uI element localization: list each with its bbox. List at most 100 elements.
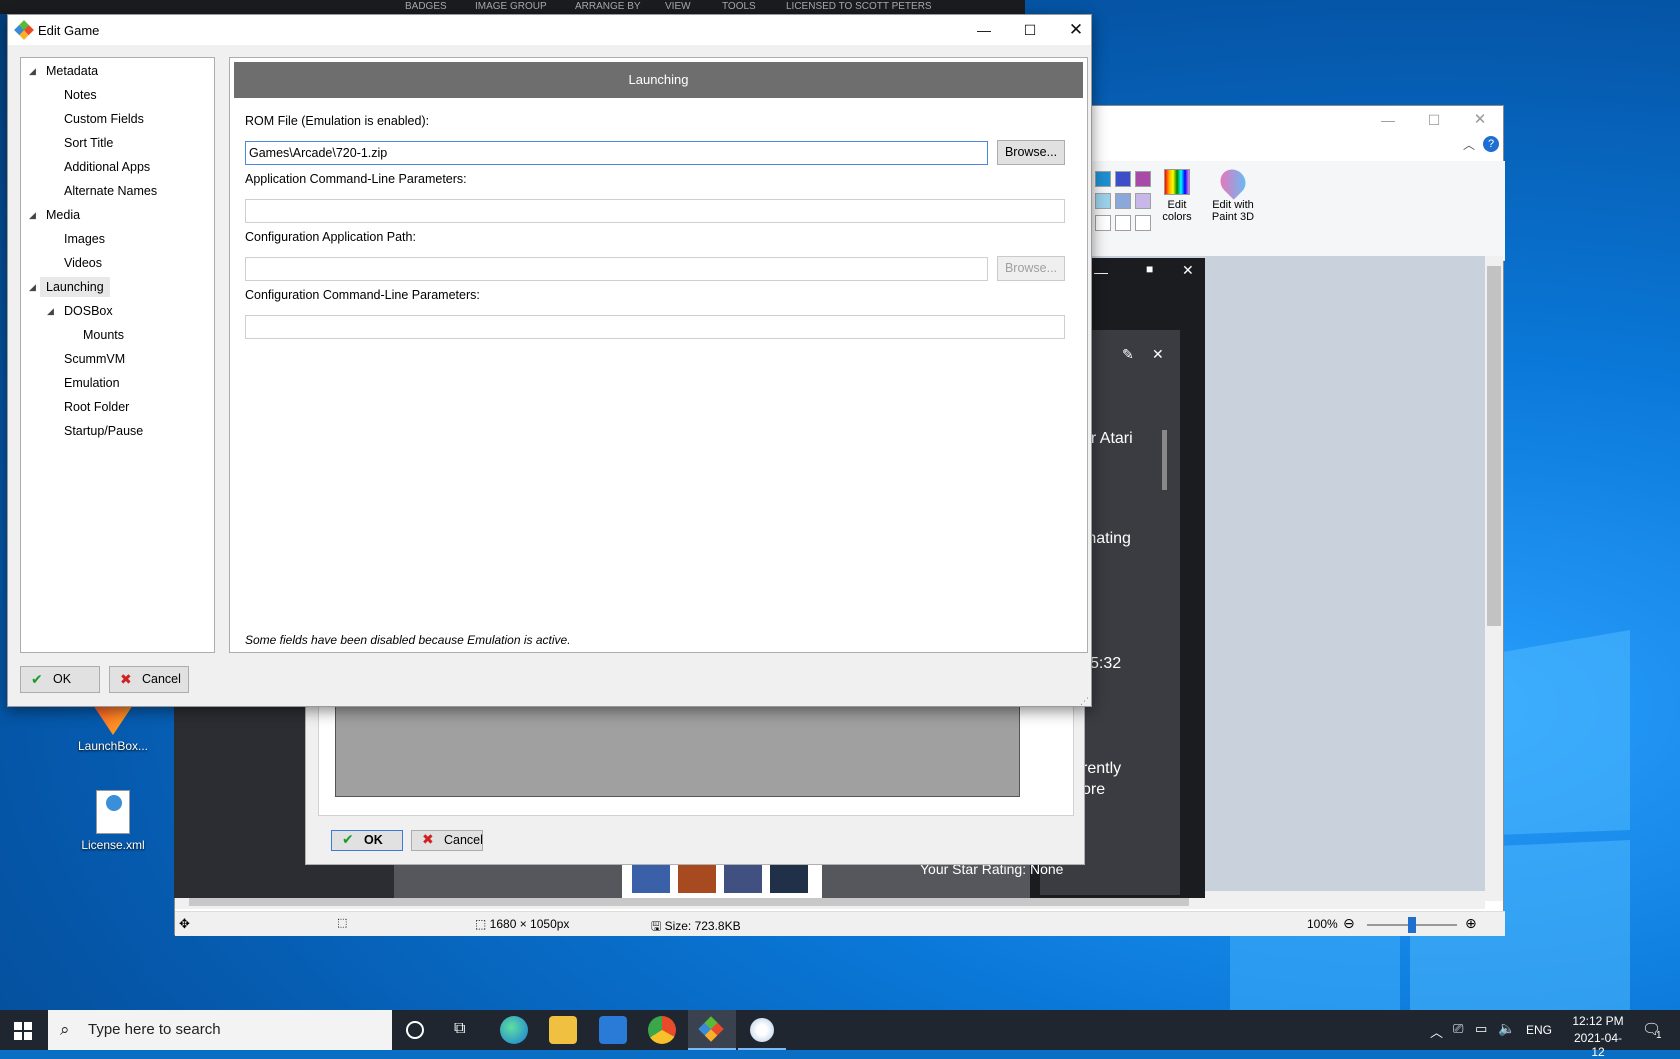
tree-item-mounts[interactable]: Mounts bbox=[77, 325, 130, 345]
desktop-icon-license[interactable]: License.xml bbox=[68, 790, 158, 852]
tray-chevron-icon[interactable]: ︿ bbox=[1430, 1022, 1443, 1041]
lb-minimize-button[interactable]: — bbox=[1094, 264, 1108, 280]
tree-item-metadata[interactable]: Metadata bbox=[40, 61, 104, 81]
tree-item-custom-fields[interactable]: Custom Fields bbox=[58, 109, 150, 129]
paint-statusbar: ✥ ⬚ ⬚ 1680 × 1050px 🖫 Size: 723.8KB 100%… bbox=[175, 911, 1505, 936]
edit-paint3d-button[interactable]: Edit with Paint 3D bbox=[1205, 164, 1261, 253]
dialog-minimize-button[interactable]: — bbox=[961, 15, 1007, 45]
paint-maximize-button[interactable]: ☐ bbox=[1411, 106, 1457, 134]
edit-pencil-icon[interactable]: ✎ bbox=[1122, 346, 1134, 363]
tree-item-sort-title[interactable]: Sort Title bbox=[58, 133, 119, 153]
expand-triangle-icon[interactable]: ◢ bbox=[29, 282, 36, 293]
tree-item-startup-pause[interactable]: Startup/Pause bbox=[58, 421, 149, 441]
resize-grip-icon[interactable]: ⋰ bbox=[1080, 696, 1089, 707]
paint-minimize-button[interactable]: — bbox=[1365, 106, 1411, 134]
taskbar-search-box[interactable]: ⌕ Type here to search bbox=[48, 1010, 392, 1050]
config-params-input[interactable] bbox=[245, 315, 1065, 339]
side-text-4: rently bbox=[1082, 760, 1122, 777]
lb-maximize-button[interactable]: ■ bbox=[1146, 262, 1153, 276]
cortana-icon[interactable] bbox=[406, 1021, 424, 1039]
rom-browse-button[interactable]: Browse... bbox=[997, 140, 1065, 165]
checkmark-icon: ✔ bbox=[342, 831, 354, 847]
meet-now-icon[interactable]: ⎚ bbox=[1453, 1021, 1463, 1037]
mail-icon[interactable] bbox=[599, 1016, 627, 1044]
expand-triangle-icon[interactable]: ◢ bbox=[29, 66, 36, 77]
tree-item-root-folder[interactable]: Root Folder bbox=[58, 397, 135, 417]
side-text-5: ore bbox=[1082, 781, 1106, 798]
tree-item-notes[interactable]: Notes bbox=[58, 85, 103, 105]
tree-item-scummvm[interactable]: ScummVM bbox=[58, 349, 131, 369]
tree-item-alternate-names[interactable]: Alternate Names bbox=[58, 181, 163, 201]
tree-item-emulation[interactable]: Emulation bbox=[58, 373, 126, 393]
dialog-titlebar: Edit Game — ☐ ✕ bbox=[8, 15, 1091, 45]
cancel-button[interactable]: ✖ Cancel bbox=[109, 666, 189, 693]
tree-item-media[interactable]: Media bbox=[40, 205, 86, 225]
dialog-close-button[interactable]: ✕ bbox=[1053, 15, 1099, 45]
launchbox-icon bbox=[93, 705, 133, 735]
details-close-icon[interactable]: ✕ bbox=[1152, 346, 1164, 363]
desktop-icon-label: License.xml bbox=[81, 838, 145, 852]
launchbox-app-icon bbox=[14, 20, 34, 40]
network-icon[interactable]: ▭ bbox=[1475, 1021, 1487, 1037]
background-ok-button[interactable]: ✔ OK bbox=[331, 830, 403, 851]
notification-count: 1 bbox=[1656, 1030, 1662, 1041]
file-size: 🖫 Size: 723.8KB bbox=[651, 919, 741, 933]
edge-icon[interactable] bbox=[500, 1016, 528, 1044]
config-path-input[interactable] bbox=[245, 257, 988, 281]
app-params-input[interactable] bbox=[245, 199, 1065, 223]
taskbar: ⌕ Type here to search ⧉ ︿ ⎚ ▭ 🔈 ENG 12:1… bbox=[0, 1010, 1680, 1059]
rom-file-input[interactable]: Games\Arcade\720-1.zip bbox=[245, 141, 988, 165]
task-view-icon[interactable]: ⧉ bbox=[454, 1020, 465, 1038]
clock[interactable]: 12:12 PM 2021-04-12 bbox=[1568, 1014, 1628, 1059]
ok-button[interactable]: ✔ OK bbox=[20, 666, 100, 693]
menu-image-group[interactable]: IMAGE GROUP bbox=[475, 1, 547, 12]
dimensions-icon: ⬚ bbox=[475, 917, 490, 931]
clock-time: 12:12 PM bbox=[1572, 1014, 1624, 1028]
zoom-slider-thumb[interactable] bbox=[1408, 917, 1416, 933]
app-params-label: Application Command-Line Parameters: bbox=[245, 172, 467, 186]
paint-taskbar-button[interactable] bbox=[738, 1010, 786, 1050]
dialog-maximize-button[interactable]: ☐ bbox=[1007, 15, 1053, 45]
menu-view[interactable]: VIEW bbox=[665, 1, 691, 12]
desktop-icon-launchbox[interactable]: LaunchBox... bbox=[68, 705, 158, 753]
selection-icon: ⬚ bbox=[337, 917, 348, 929]
emulation-note: Some fields have been disabled because E… bbox=[245, 633, 571, 647]
edit-colors-button[interactable]: Edit colors bbox=[1155, 169, 1199, 253]
tree-item-dosbox[interactable]: DOSBox bbox=[58, 301, 119, 321]
volume-icon[interactable]: 🔈 bbox=[1498, 1020, 1515, 1037]
dialog-title: Edit Game bbox=[38, 23, 100, 38]
language-indicator[interactable]: ENG bbox=[1526, 1023, 1552, 1037]
menu-tools[interactable]: TOOLS bbox=[722, 1, 756, 12]
tree-item-images[interactable]: Images bbox=[58, 229, 111, 249]
paint-close-button[interactable]: ✕ bbox=[1457, 106, 1503, 134]
tree-item-launching[interactable]: Launching bbox=[40, 277, 110, 297]
launchbox-taskbar-button[interactable] bbox=[688, 1010, 736, 1050]
expand-triangle-icon[interactable]: ◢ bbox=[29, 210, 36, 221]
collapse-ribbon-icon[interactable]: ︿ bbox=[1463, 136, 1475, 153]
zoom-out-icon[interactable]: ⊖ bbox=[1343, 915, 1355, 932]
desktop-icon-label: LaunchBox... bbox=[77, 739, 149, 753]
file-explorer-icon[interactable] bbox=[549, 1016, 577, 1044]
help-icon[interactable]: ? bbox=[1483, 136, 1499, 152]
lb-close-button[interactable]: ✕ bbox=[1182, 262, 1194, 279]
menu-licensed: LICENSED TO SCOTT PETERS bbox=[786, 1, 932, 12]
side-text-3: 5:32 bbox=[1090, 655, 1122, 672]
menu-badges[interactable]: BADGES bbox=[405, 1, 447, 12]
cross-icon: ✖ bbox=[422, 831, 434, 847]
paint-vertical-scrollbar[interactable] bbox=[1485, 256, 1503, 901]
config-browse-button[interactable]: Browse... bbox=[997, 256, 1065, 281]
edit-colors-label: Edit colors bbox=[1162, 199, 1192, 223]
chrome-icon[interactable] bbox=[648, 1016, 676, 1044]
zoom-in-icon[interactable]: ⊕ bbox=[1465, 915, 1477, 932]
tree-item-videos[interactable]: Videos bbox=[58, 253, 108, 273]
paint3d-icon bbox=[1215, 164, 1251, 200]
image-dimensions: ⬚ 1680 × 1050px bbox=[475, 917, 570, 931]
background-cancel-button[interactable]: ✖ Cancel bbox=[411, 830, 483, 851]
expand-triangle-icon[interactable]: ◢ bbox=[47, 306, 54, 317]
menu-arrange-by[interactable]: ARRANGE BY bbox=[575, 1, 641, 12]
tree-item-additional-apps[interactable]: Additional Apps bbox=[58, 157, 156, 177]
start-windows-icon[interactable] bbox=[14, 1022, 32, 1040]
details-scrollbar[interactable] bbox=[1162, 430, 1167, 490]
disk-icon: 🖫 bbox=[651, 919, 665, 933]
paint-icon bbox=[750, 1018, 774, 1042]
